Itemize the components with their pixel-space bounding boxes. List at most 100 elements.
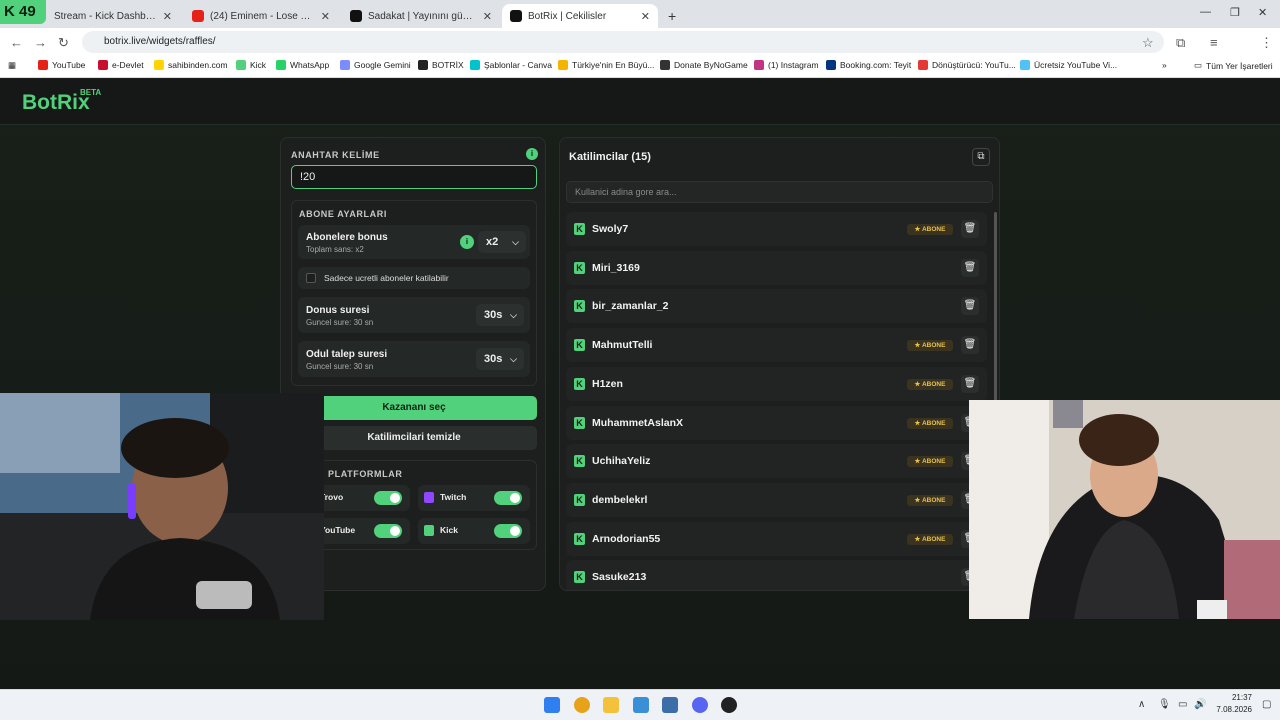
bookmark-item[interactable]: (1) Instagram: [754, 60, 819, 70]
media-icon[interactable]: ≡: [1210, 35, 1218, 50]
bookmark-label: BOTRİX: [432, 60, 464, 70]
chrome-icon[interactable]: [574, 697, 590, 713]
youtube-toggle[interactable]: [374, 524, 402, 538]
app-icon[interactable]: [633, 697, 649, 713]
minimize-icon[interactable]: —: [1200, 6, 1211, 18]
bookmark-item[interactable]: e-Devlet: [98, 60, 144, 70]
volume-icon[interactable]: 🔊: [1194, 699, 1206, 710]
notification-icon[interactable]: ▢: [1262, 699, 1271, 710]
scrollbar[interactable]: [994, 212, 997, 402]
tab-kick-dashboard[interactable]: Stream - Kick Dashboard ✕: [46, 4, 180, 28]
bookmark-item[interactable]: Türkiye'nin En Büyü...: [558, 60, 654, 70]
close-icon[interactable]: ✕: [483, 10, 492, 23]
bookmark-item[interactable]: Google Gemini: [340, 60, 411, 70]
back-icon[interactable]: ←: [10, 35, 23, 50]
bookmark-label: Donate ByNoGame: [674, 60, 748, 70]
bookmark-item[interactable]: Booking.com: Teyit: [826, 60, 911, 70]
botrix-icon: [350, 10, 362, 22]
clear-participants-button[interactable]: Katilimcilari temizle: [291, 426, 537, 450]
bookmark-label: Google Gemini: [354, 60, 411, 70]
menu-icon[interactable]: ⋮: [1260, 35, 1273, 51]
info-icon[interactable]: i: [460, 235, 474, 249]
close-icon[interactable]: ✕: [321, 10, 330, 23]
discord-icon[interactable]: [692, 697, 708, 713]
participant-search-input[interactable]: Kullanici adina gore ara...: [566, 181, 993, 203]
copy-icon[interactable]: ⧉: [972, 148, 990, 166]
odul-value: 30s: [484, 353, 503, 365]
odul-subtext: Guncel sure: 30 sn: [306, 362, 374, 371]
trovo-toggle[interactable]: [374, 491, 402, 505]
keyword-input[interactable]: !20: [291, 165, 537, 189]
bookmark-star-icon[interactable]: ☆: [1142, 35, 1154, 51]
info-icon[interactable]: i: [526, 148, 538, 160]
subscriber-badge: ★ ABONE: [907, 417, 953, 429]
participant-name: Swoly7: [592, 223, 629, 235]
extensions-icon[interactable]: ⧉: [1176, 35, 1185, 51]
paid-only-checkbox[interactable]: [306, 273, 316, 283]
file-explorer-icon[interactable]: [603, 697, 619, 713]
beta-badge: BETA: [80, 88, 102, 97]
twitch-toggle[interactable]: [494, 491, 522, 505]
participant-row: K Miri_3169 🗑: [566, 250, 987, 285]
new-tab-button[interactable]: +: [660, 4, 684, 28]
browser-tab-bar: K 49 Stream - Kick Dashboard ✕ (24) Emine…: [0, 0, 1280, 28]
subscriber-badge: ★ ABONE: [907, 456, 953, 468]
close-window-icon[interactable]: ✕: [1258, 6, 1267, 19]
windows-start-icon[interactable]: [544, 697, 560, 713]
trash-icon[interactable]: 🗑: [961, 297, 979, 316]
odul-title: Odul talep suresi: [306, 349, 388, 360]
donus-title: Donus suresi: [306, 305, 370, 316]
forward-icon[interactable]: →: [34, 35, 47, 50]
bookmark-item[interactable]: sahibinden.com: [154, 60, 228, 70]
tab-botrix[interactable]: BotRix | Cekilisler ✕: [502, 4, 658, 28]
address-bar: ← → ↻ botrix.live/widgets/raffles/ ☆ ⧉ ≡…: [0, 28, 1280, 77]
chevron-up-icon[interactable]: ∧: [1138, 699, 1145, 710]
restore-icon[interactable]: ❐: [1230, 6, 1240, 19]
app-icon[interactable]: [662, 697, 678, 713]
sub-bonus-subtext: Toplam sans: x2: [306, 245, 364, 254]
network-icon[interactable]: ▭: [1178, 699, 1187, 710]
tab-count-badge: 49: [19, 3, 36, 20]
subscriber-badge-label: ABONE: [921, 226, 946, 233]
bookmark-item[interactable]: Donate ByNoGame: [660, 60, 748, 70]
bookmark-label: Şablonlar - Canva: [484, 60, 553, 70]
close-icon[interactable]: ✕: [163, 10, 172, 23]
all-bookmarks[interactable]: ▭ Tüm Yer İşaretleri: [1194, 60, 1273, 71]
tab-youtube[interactable]: (24) Eminem - Lose Yoursel ✕: [184, 4, 338, 28]
participant-row: K Swoly7 ★ ABONE 🗑: [566, 212, 987, 246]
donus-row: Donus suresi Guncel sure: 30 sn 30s ⌵: [298, 297, 530, 333]
bookmark-item[interactable]: Dönüştürücü: YouTu...: [918, 60, 1016, 70]
url-field[interactable]: botrix.live/widgets/raffles/: [82, 31, 1164, 53]
pick-winner-button[interactable]: Kazananı seç: [291, 396, 537, 420]
sub-bonus-select[interactable]: x2 ⌵: [478, 231, 526, 253]
clock-date[interactable]: 7.08.2026: [1208, 705, 1252, 714]
bookmark-item[interactable]: Şablonlar - Canva: [470, 60, 552, 70]
trash-icon[interactable]: 🗑: [961, 220, 979, 238]
kick-icon: K: [574, 416, 585, 429]
microphone-icon[interactable]: 🎙: [1158, 699, 1171, 710]
bookmark-item[interactable]: Ücretsiz YouTube Vi...: [1020, 60, 1117, 70]
close-icon[interactable]: ✕: [641, 10, 650, 23]
trash-icon[interactable]: 🗑: [961, 336, 979, 355]
trash-icon[interactable]: 🗑: [961, 258, 979, 277]
all-bookmarks-label: Tüm Yer İşaretleri: [1206, 60, 1273, 71]
kick-toggle[interactable]: [494, 524, 522, 538]
tab-sadakat[interactable]: Sadakat | Yayınını güçlendirme ✕: [342, 4, 500, 28]
apps-icon[interactable]: ▦: [8, 60, 16, 71]
paid-only-row[interactable]: Sadece ucretli aboneler katilabilir: [298, 267, 530, 289]
clock-time[interactable]: 21:37: [1224, 693, 1252, 702]
bookmark-item[interactable]: BOTRİX: [418, 60, 464, 70]
obs-icon[interactable]: [721, 697, 737, 713]
tab-label: Stream - Kick Dashboard: [54, 10, 157, 22]
kick-icon: K: [574, 493, 585, 506]
bookmark-label: WhatsApp: [290, 60, 330, 70]
trash-icon[interactable]: 🗑: [961, 374, 979, 393]
donus-select[interactable]: 30s ⌵: [476, 304, 524, 326]
bookmark-item[interactable]: Kick: [236, 60, 266, 70]
reload-icon[interactable]: ↻: [58, 35, 69, 51]
bookmark-item[interactable]: YouTube: [38, 60, 85, 70]
odul-select[interactable]: 30s ⌵: [476, 348, 524, 370]
bookmark-item[interactable]: WhatsApp: [276, 60, 329, 70]
chevron-right-icon[interactable]: »: [1162, 60, 1167, 70]
sub-bonus-value: x2: [486, 236, 499, 248]
